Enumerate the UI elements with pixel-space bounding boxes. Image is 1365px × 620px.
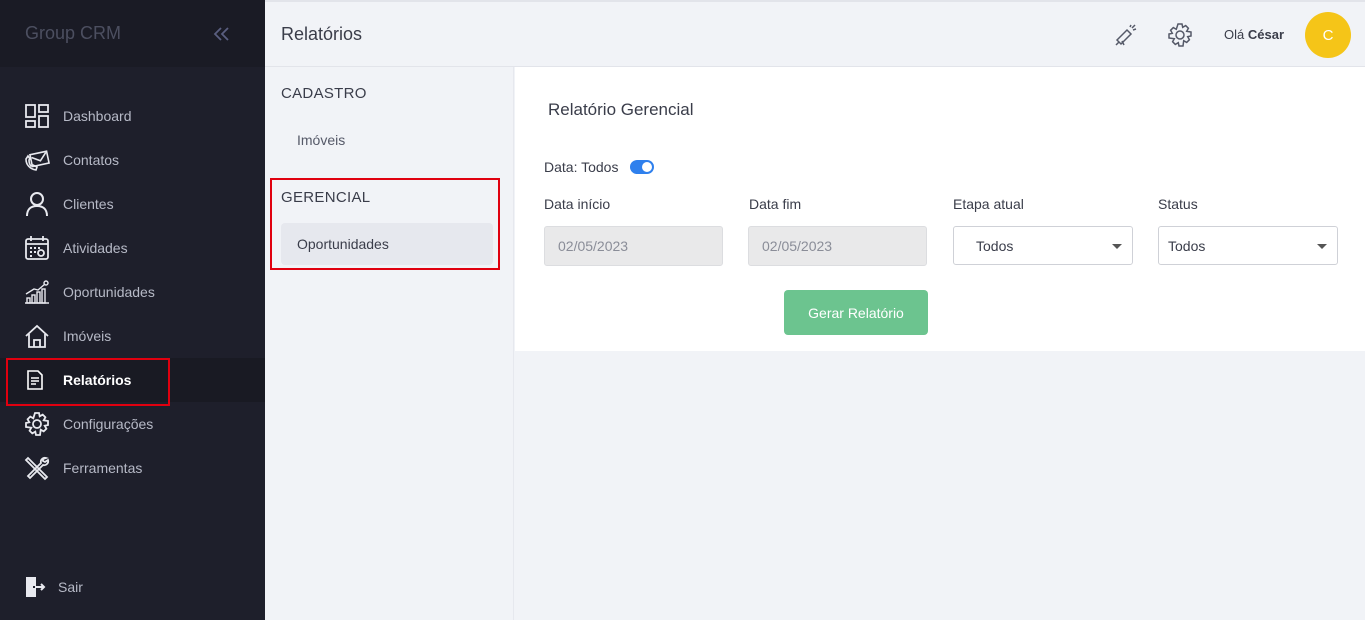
status-label: Status	[1158, 196, 1198, 212]
sidebar-nav: Dashboard Contatos Clientes Atividades O…	[0, 94, 265, 490]
sidebar-item-label: Ferramentas	[63, 460, 143, 476]
brand-logo: Group CRM	[25, 23, 122, 43]
collapse-sidebar-icon[interactable]	[211, 23, 233, 45]
user-icon	[24, 191, 50, 217]
logout-icon	[24, 576, 46, 598]
sidebar-item-label: Dashboard	[63, 108, 132, 124]
chevron-down-icon	[1112, 244, 1122, 249]
tools-icon	[24, 455, 50, 481]
sidebar: Group CRM Dashboard Contatos Clientes At…	[0, 0, 265, 620]
chevron-down-icon	[1317, 244, 1327, 249]
sidebar-item-atividades[interactable]: Atividades	[0, 226, 265, 270]
status-select[interactable]: Todos	[1158, 226, 1338, 265]
end-date-input[interactable]	[748, 226, 927, 266]
sidebar-item-clientes[interactable]: Clientes	[0, 182, 265, 226]
sidebar-item-contatos[interactable]: Contatos	[0, 138, 265, 182]
submenu-item-imoveis[interactable]: Imóveis	[281, 119, 493, 161]
greeting-prefix: Olá	[1224, 27, 1245, 42]
logout-label: Sair	[58, 579, 83, 595]
start-date-label: Data início	[544, 196, 611, 212]
sidebar-item-ferramentas[interactable]: Ferramentas	[0, 446, 265, 490]
sidebar-item-label: Configurações	[63, 416, 154, 432]
home-icon	[24, 323, 50, 349]
chart-growth-icon	[24, 279, 50, 305]
sidebar-item-configuracoes[interactable]: Configurações	[0, 402, 265, 446]
calendar-icon	[24, 235, 50, 261]
brand-bar: Group CRM	[0, 0, 265, 67]
logout-button[interactable]: Sair	[24, 576, 83, 598]
user-greeting: Olá César	[1224, 27, 1284, 42]
report-card: Relatório Gerencial Data: Todos Data iní…	[515, 67, 1365, 351]
status-select-value: Todos	[1168, 237, 1206, 254]
date-toggle-label: Data: Todos	[544, 159, 619, 175]
contacts-icon	[24, 147, 50, 173]
highlight-box	[6, 358, 170, 406]
sidebar-item-label: Contatos	[63, 152, 120, 168]
sidebar-item-label: Atividades	[63, 240, 128, 256]
date-toggle-row: Data: Todos	[544, 159, 655, 175]
settings-icon[interactable]	[1167, 22, 1193, 48]
avatar[interactable]: C	[1305, 12, 1351, 58]
highlight-box	[270, 178, 500, 270]
date-toggle[interactable]	[630, 160, 655, 174]
sidebar-item-label: Imóveis	[63, 328, 112, 344]
sidebar-item-label: Clientes	[63, 196, 114, 212]
sidebar-item-oportunidades[interactable]: Oportunidades	[0, 270, 265, 314]
sidebar-item-label: Oportunidades	[63, 284, 155, 300]
stage-label: Etapa atual	[953, 196, 1024, 212]
page-title: Relatórios	[281, 24, 363, 44]
end-date-label: Data fim	[749, 196, 802, 212]
sidebar-item-imoveis[interactable]: Imóveis	[0, 314, 265, 358]
stage-select-value: Todos	[976, 237, 1014, 254]
section-title-cadastro: CADASTRO	[281, 85, 367, 102]
report-title: Relatório Gerencial	[548, 100, 694, 119]
stage-select[interactable]: Todos	[953, 226, 1133, 265]
start-date-input[interactable]	[544, 226, 723, 266]
user-name: César	[1247, 27, 1284, 42]
megaphone-icon[interactable]	[1113, 22, 1139, 48]
sidebar-item-dashboard[interactable]: Dashboard	[0, 94, 265, 138]
generate-report-button[interactable]: Gerar Relatório	[784, 290, 928, 335]
top-bar: Relatórios Olá César C	[265, 0, 1365, 67]
reports-submenu: CADASTRO Imóveis GERENCIAL Oportunidades	[265, 67, 514, 620]
dashboard-icon	[24, 103, 50, 129]
gear-icon	[24, 411, 50, 437]
